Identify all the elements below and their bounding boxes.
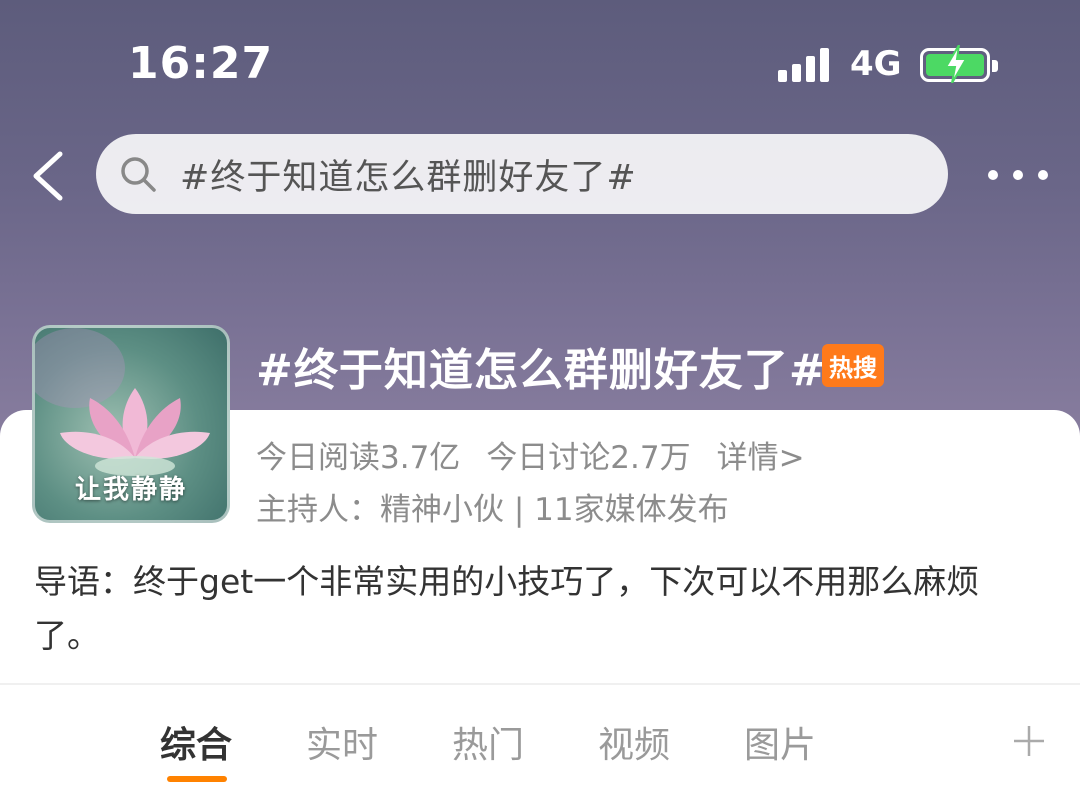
tab-realtime[interactable]: 实时 xyxy=(306,716,378,768)
status-bar: 16:27 4G xyxy=(0,0,1080,130)
host-info[interactable]: 主持人：精神小伙 | 11家媒体发布 xyxy=(256,484,729,529)
network-type: 4G xyxy=(850,44,902,84)
discussion-count: 今日讨论2.7万 xyxy=(486,440,691,476)
divider xyxy=(0,683,1080,685)
content-tabs: 综合 实时 热门 视频 图片 xyxy=(0,700,1080,789)
topic-title: #终于知道怎么群删好友了# xyxy=(256,345,827,396)
tab-images[interactable]: 图片 xyxy=(744,716,816,768)
search-icon xyxy=(121,157,156,192)
more-dot-icon xyxy=(1013,170,1023,180)
tab-comprehensive[interactable]: 综合 xyxy=(160,716,232,768)
signal-icon xyxy=(778,46,834,82)
status-time: 16:27 xyxy=(128,38,274,89)
avatar-caption: 让我静静 xyxy=(74,475,187,505)
battery-icon xyxy=(920,45,998,83)
tab-hot[interactable]: 热门 xyxy=(452,716,524,768)
search-input[interactable]: #终于知道怎么群删好友了# xyxy=(96,134,948,214)
back-button[interactable] xyxy=(26,148,70,204)
tab-video[interactable]: 视频 xyxy=(598,716,670,768)
details-link[interactable]: 详情> xyxy=(717,432,805,477)
search-query: #终于知道怎么群删好友了# xyxy=(180,157,637,198)
plus-icon xyxy=(1014,726,1044,756)
chevron-left-icon xyxy=(33,151,63,201)
topic-avatar[interactable]: 让我静静 xyxy=(32,325,230,523)
topic-intro: 导语：终于get一个非常实用的小技巧了，下次可以不用那么麻烦了。 xyxy=(34,562,980,655)
hot-search-badge: 热搜 xyxy=(822,344,884,387)
more-options-button[interactable] xyxy=(988,160,1048,190)
navigation-bar: #终于知道怎么群删好友了# xyxy=(0,130,1080,220)
read-count: 今日阅读3.7亿 xyxy=(256,440,461,476)
topic-stats: 今日阅读3.7亿 今日讨论2.7万 详情> xyxy=(256,432,805,477)
add-tab-button[interactable] xyxy=(1012,724,1046,758)
more-dot-icon xyxy=(1038,170,1048,180)
more-dot-icon xyxy=(988,170,998,180)
active-tab-indicator xyxy=(167,776,227,782)
